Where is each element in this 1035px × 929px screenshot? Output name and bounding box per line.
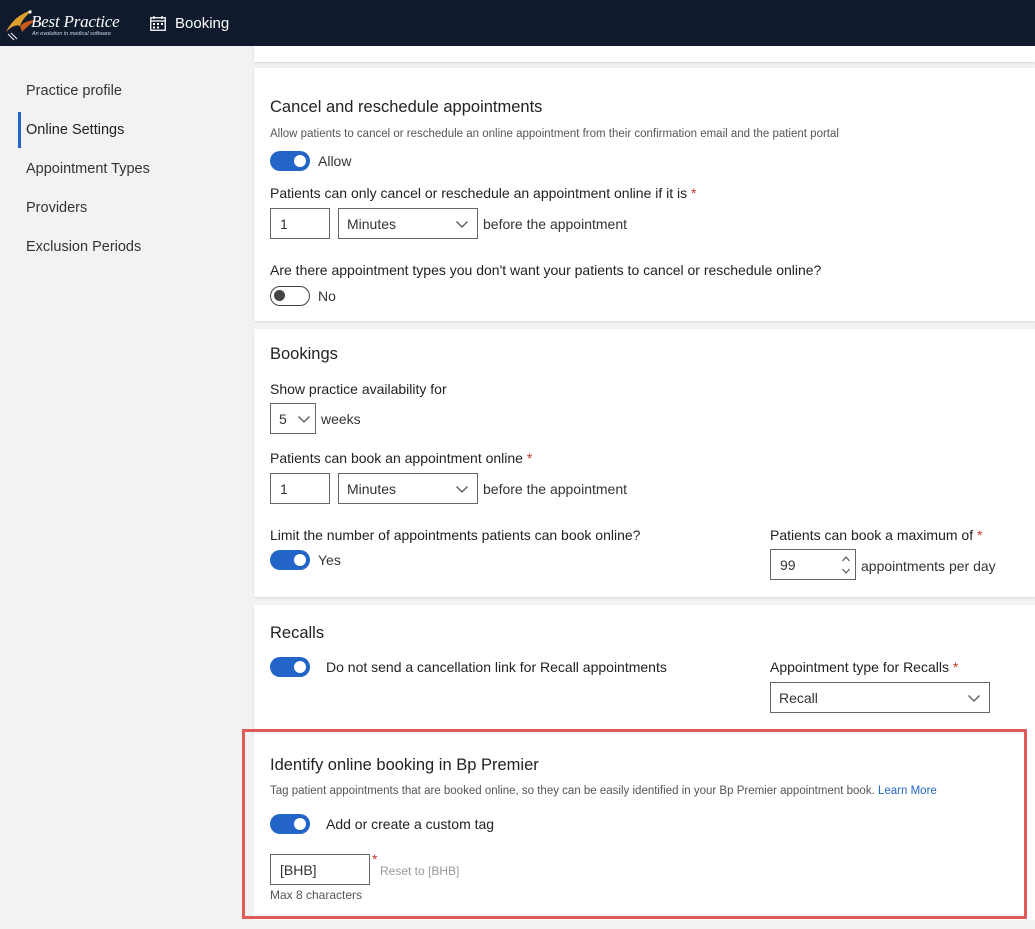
identify-description-text: Tag patient appointments that are booked… [270, 785, 875, 797]
book-limit-unit-select[interactable]: Minutes [338, 473, 478, 504]
recall-type-select[interactable]: Recall [770, 682, 990, 713]
learn-more-link[interactable]: Learn More [878, 785, 937, 797]
sidebar-item-label: Online Settings [26, 122, 125, 138]
logo-text: Best Practice [31, 12, 120, 31]
reset-tag-link[interactable]: Reset to [BHB] [380, 864, 459, 878]
cancel-limit-unit-select[interactable]: Minutes [338, 208, 478, 239]
nav-booking-label: Booking [175, 14, 230, 32]
sidebar: Practice profile Online Settings Appoint… [0, 46, 240, 929]
cancel-limit-value: 1 [280, 215, 288, 232]
recall-cancellation-toggle-label: Do not send a cancellation link for Reca… [326, 659, 667, 675]
identify-section-title: Identify online booking in Bp Premier [270, 756, 539, 774]
allow-cancel-toggle[interactable] [270, 151, 310, 171]
availability-weeks-value: 5 [279, 410, 287, 427]
book-limit-label: Patients can book an appointment online … [270, 450, 532, 466]
cancel-limit-label-text: Patients can only cancel or reschedule a… [270, 185, 688, 201]
calendar-icon [150, 15, 166, 31]
exclude-types-toggle-label: No [318, 288, 336, 304]
book-limit-value: 1 [280, 480, 288, 497]
cancel-types-question: Are there appointment types you don't wa… [270, 262, 822, 278]
book-limit-suffix: before the appointment [483, 481, 627, 497]
sidebar-item-appointment-types[interactable]: Appointment Types [18, 151, 228, 187]
chevron-down-icon [456, 221, 468, 228]
cancel-limit-value-input[interactable]: 1 [270, 208, 330, 239]
allow-cancel-toggle-label: Allow [318, 153, 352, 169]
number-stepper-icon[interactable] [841, 553, 851, 577]
tag-length-hint: Max 8 characters [270, 888, 363, 902]
previous-card [254, 46, 1035, 62]
required-marker: * [977, 527, 983, 543]
sidebar-item-label: Practice profile [26, 83, 122, 99]
sidebar-item-label: Appointment Types [26, 161, 150, 177]
cancel-section-description: Allow patients to cancel or reschedule a… [270, 128, 839, 140]
required-marker: * [372, 851, 378, 867]
limit-appointments-toggle[interactable] [270, 550, 310, 570]
recall-type-label-text: Appointment type for Recalls [770, 659, 949, 675]
cancel-section-title: Cancel and reschedule appointments [270, 98, 543, 116]
chevron-down-icon [298, 416, 310, 423]
bookings-card: Bookings Show practice availability for … [254, 329, 1035, 597]
recall-type-label: Appointment type for Recalls * [770, 659, 958, 675]
nav-booking[interactable]: Booking [150, 12, 229, 34]
availability-unit: weeks [321, 411, 361, 427]
max-appointments-value: 99 [780, 556, 796, 573]
limit-appointments-toggle-label: Yes [318, 552, 341, 568]
cancel-limit-label: Patients can only cancel or reschedule a… [270, 185, 696, 201]
identify-section-description: Tag patient appointments that are booked… [270, 785, 937, 797]
cancel-reschedule-card: Cancel and reschedule appointments Allow… [254, 68, 1035, 321]
limit-appointments-question: Limit the number of appointments patient… [270, 527, 641, 543]
recalls-card: Recalls Do not send a cancellation link … [254, 605, 1035, 735]
sidebar-item-online-settings[interactable]: Online Settings [18, 112, 228, 148]
recall-cancellation-toggle[interactable] [270, 657, 310, 677]
cancel-limit-suffix: before the appointment [483, 216, 627, 232]
book-limit-unit-value: Minutes [347, 480, 397, 497]
required-marker: * [691, 185, 697, 201]
sidebar-item-practice-profile[interactable]: Practice profile [18, 73, 228, 109]
max-appointments-label: Patients can book a maximum of * [770, 527, 982, 543]
custom-tag-toggle-label: Add or create a custom tag [326, 816, 495, 832]
best-practice-logo[interactable]: Best Practice An evolution in medical so… [2, 2, 132, 42]
availability-weeks-select[interactable]: 5 [270, 403, 316, 434]
cancel-limit-unit-value: Minutes [347, 215, 397, 232]
main-content: Cancel and reschedule appointments Allow… [254, 46, 1035, 929]
sidebar-item-providers[interactable]: Providers [18, 190, 228, 226]
custom-tag-input[interactable]: [BHB] [270, 854, 370, 885]
book-limit-value-input[interactable]: 1 [270, 473, 330, 504]
max-appointments-suffix: appointments per day [861, 558, 996, 574]
required-marker: * [526, 450, 533, 466]
max-appointments-label-text: Patients can book a maximum of [770, 527, 974, 543]
recall-type-value: Recall [779, 689, 818, 706]
chevron-down-icon [456, 486, 468, 493]
max-appointments-input[interactable]: 99 [770, 549, 856, 580]
custom-tag-toggle[interactable] [270, 814, 310, 834]
required-marker: * [952, 659, 959, 675]
chevron-down-icon [968, 695, 980, 702]
custom-tag-value: [BHB] [280, 861, 317, 878]
identify-booking-card: Identify online booking in Bp Premier Ta… [254, 735, 1035, 920]
recalls-section-title: Recalls [270, 624, 325, 642]
bookings-section-title: Bookings [270, 345, 338, 363]
sidebar-item-label: Providers [26, 200, 88, 216]
sidebar-item-label: Exclusion Periods [26, 239, 142, 255]
exclude-types-toggle[interactable] [270, 286, 310, 306]
availability-label: Show practice availability for [270, 381, 447, 397]
logo-tagline: An evolution in medical software [32, 31, 111, 37]
top-bar: Best Practice An evolution in medical so… [0, 0, 1035, 46]
sidebar-item-exclusion-periods[interactable]: Exclusion Periods [18, 229, 228, 265]
book-limit-label-text: Patients can book an appointment online [270, 450, 523, 466]
